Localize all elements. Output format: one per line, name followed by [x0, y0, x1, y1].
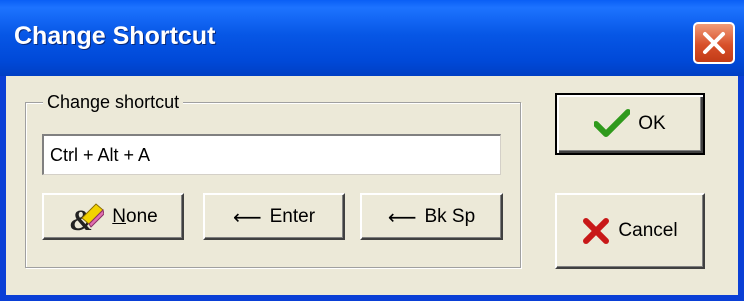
backspace-button-label: Bk Sp: [424, 205, 476, 227]
cancel-button[interactable]: Cancel: [555, 193, 705, 269]
title-bar[interactable]: Change Shortcut: [0, 0, 744, 76]
enter-arrow-icon: ⟵: [232, 204, 262, 229]
backspace-arrow-icon: ⟵: [387, 204, 417, 229]
close-icon: [703, 32, 725, 54]
shortcut-input[interactable]: [42, 134, 501, 175]
none-label-rest: one: [126, 205, 158, 227]
change-shortcut-dialog: Change Shortcut Change shortcut & None ⟵…: [0, 0, 744, 301]
group-label: Change shortcut: [43, 92, 184, 113]
cross-icon: [582, 217, 610, 245]
close-button[interactable]: [693, 22, 735, 64]
window-title: Change Shortcut: [14, 22, 216, 50]
backspace-button[interactable]: ⟵ Bk Sp: [360, 193, 503, 240]
none-mnemonic: N: [112, 205, 127, 227]
none-button[interactable]: & None: [42, 193, 184, 240]
none-button-label: None: [112, 206, 157, 228]
checkmark-icon: [594, 109, 631, 139]
ok-button-label: OK: [638, 113, 666, 134]
eraser-icon: &: [68, 200, 105, 234]
change-shortcut-groupbox: [25, 102, 521, 268]
enter-button[interactable]: ⟵ Enter: [203, 193, 345, 240]
enter-button-label: Enter: [269, 205, 316, 227]
ok-button[interactable]: OK: [555, 93, 705, 155]
cancel-button-label: Cancel: [618, 220, 678, 241]
